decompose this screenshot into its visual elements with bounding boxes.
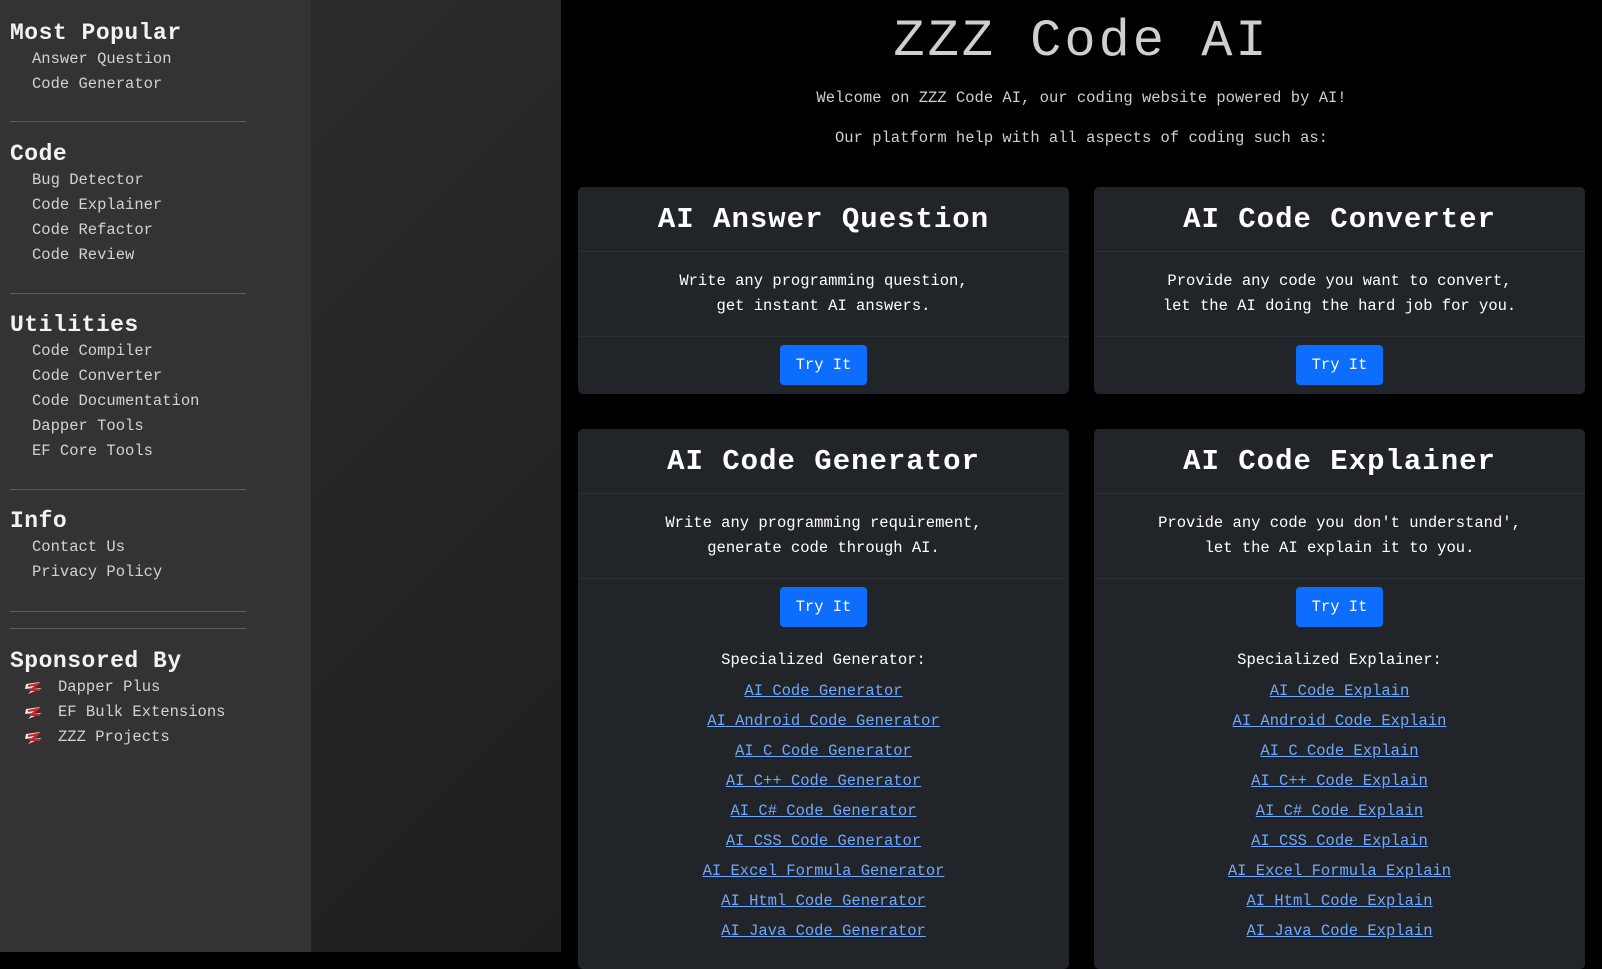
sidebar-heading: Code bbox=[10, 141, 68, 167]
intro-welcome: Welcome on ZZZ Code AI, our coding websi… bbox=[816, 89, 1347, 107]
sidebar-link-code-converter[interactable]: Code Converter bbox=[32, 364, 199, 389]
specialized-link[interactable]: AI CSS Code Explain bbox=[1228, 826, 1451, 856]
card-description: Write any programming question, get inst… bbox=[578, 252, 1069, 337]
card-description: Provide any code you don't understand', … bbox=[1094, 494, 1585, 579]
specialized-link[interactable]: AI C Code Generator bbox=[703, 736, 945, 766]
zzz-logo-icon bbox=[25, 681, 42, 694]
sidebar: Most Popular Answer Question Code Genera… bbox=[0, 0, 311, 952]
try-it-button-code-generator[interactable]: Try It bbox=[780, 587, 867, 627]
card-footer: Try It Specialized Explainer: AI Code Ex… bbox=[1094, 579, 1585, 946]
specialized-heading: Specialized Explainer: bbox=[1237, 651, 1442, 669]
card-answer-question: AI Answer Question Write any programming… bbox=[578, 187, 1069, 394]
card-footer: Try It bbox=[578, 337, 1069, 385]
specialized-heading: Specialized Generator: bbox=[721, 651, 926, 669]
card-title: AI Code Converter bbox=[1094, 187, 1585, 252]
sidebar-section-code: Code Bug Detector Code Explainer Code Re… bbox=[0, 141, 162, 268]
specialized-link-list: AI Code Explain AI Android Code Explain … bbox=[1228, 676, 1451, 946]
card-code-converter: AI Code Converter Provide any code you w… bbox=[1094, 187, 1585, 394]
try-it-button-answer-question[interactable]: Try It bbox=[780, 345, 867, 385]
card-footer: Try It Specialized Generator: AI Code Ge… bbox=[578, 579, 1069, 946]
specialized-link[interactable]: AI C Code Explain bbox=[1228, 736, 1451, 766]
sidebar-section-info: Info Contact Us Privacy Policy bbox=[0, 508, 162, 585]
specialized-link-list: AI Code Generator AI Android Code Genera… bbox=[703, 676, 945, 946]
card-description-line: let the AI doing the hard job for you. bbox=[1162, 297, 1517, 315]
sponsor-label: Dapper Plus bbox=[58, 678, 161, 696]
card-description-line: Provide any code you want to convert, bbox=[1167, 272, 1512, 290]
sidebar-heading: Utilities bbox=[10, 312, 139, 338]
sidebar-link-privacy-policy[interactable]: Privacy Policy bbox=[32, 560, 162, 585]
card-description-line: generate code through AI. bbox=[707, 539, 940, 557]
specialized-link[interactable]: AI Excel Formula Generator bbox=[703, 856, 945, 886]
specialized-link[interactable]: AI Java Code Generator bbox=[703, 916, 945, 946]
sidebar-link-ef-core-tools[interactable]: EF Core Tools bbox=[32, 439, 199, 464]
specialized-link[interactable]: AI Html Code Explain bbox=[1228, 886, 1451, 916]
sponsor-link-ef-bulk-extensions[interactable]: EF Bulk Extensions bbox=[12, 700, 225, 725]
sponsor-link-dapper-plus[interactable]: Dapper Plus bbox=[12, 675, 225, 700]
specialized-link[interactable]: AI Code Generator bbox=[703, 676, 945, 706]
sidebar-link-code-review[interactable]: Code Review bbox=[32, 243, 162, 268]
specialized-link[interactable]: AI Code Explain bbox=[1228, 676, 1451, 706]
intro-platform: Our platform help with all aspects of co… bbox=[835, 129, 1328, 147]
card-description-line: let the AI explain it to you. bbox=[1204, 539, 1475, 557]
card-code-generator: AI Code Generator Write any programming … bbox=[578, 429, 1069, 969]
specialized-link[interactable]: AI Excel Formula Explain bbox=[1228, 856, 1451, 886]
card-description-line: Write any programming question, bbox=[679, 272, 968, 290]
sidebar-section-sponsored: Sponsored By Dapper Plus EF Bulk Extensi… bbox=[0, 648, 225, 750]
try-it-button-code-explainer[interactable]: Try It bbox=[1296, 587, 1383, 627]
sidebar-divider bbox=[10, 489, 246, 490]
sidebar-heading: Most Popular bbox=[10, 20, 182, 46]
sponsor-label: EF Bulk Extensions bbox=[58, 703, 226, 721]
card-title: AI Answer Question bbox=[578, 187, 1069, 252]
specialized-link[interactable]: AI Html Code Generator bbox=[703, 886, 945, 916]
specialized-link[interactable]: AI Android Code Generator bbox=[703, 706, 945, 736]
specialized-link[interactable]: AI C# Code Explain bbox=[1228, 796, 1451, 826]
card-description: Write any programming requirement, gener… bbox=[578, 494, 1069, 579]
sidebar-section-utilities: Utilities Code Compiler Code Converter C… bbox=[0, 312, 199, 464]
sponsor-label: ZZZ Projects bbox=[58, 728, 170, 746]
sidebar-divider bbox=[10, 628, 246, 629]
sidebar-link-code-refactor[interactable]: Code Refactor bbox=[32, 218, 162, 243]
site-title: ZZZ Code AI bbox=[893, 12, 1270, 71]
sidebar-heading: Sponsored By bbox=[10, 648, 182, 674]
card-description-line: Write any programming requirement, bbox=[665, 514, 982, 532]
specialized-link[interactable]: AI C++ Code Generator bbox=[703, 766, 945, 796]
card-description-line: get instant AI answers. bbox=[716, 297, 931, 315]
card-code-explainer: AI Code Explainer Provide any code you d… bbox=[1094, 429, 1585, 969]
sidebar-link-code-explainer[interactable]: Code Explainer bbox=[32, 193, 162, 218]
sidebar-divider bbox=[10, 121, 246, 122]
sidebar-link-answer-question[interactable]: Answer Question bbox=[32, 47, 182, 72]
sidebar-link-code-documentation[interactable]: Code Documentation bbox=[32, 389, 199, 414]
sidebar-section-most-popular: Most Popular Answer Question Code Genera… bbox=[0, 20, 182, 97]
specialized-link[interactable]: AI C++ Code Explain bbox=[1228, 766, 1451, 796]
zzz-logo-icon bbox=[25, 731, 42, 744]
sidebar-heading: Info bbox=[10, 508, 68, 534]
card-description-line: Provide any code you don't understand', bbox=[1158, 514, 1521, 532]
specialized-link[interactable]: AI Java Code Explain bbox=[1228, 916, 1451, 946]
try-it-button-code-converter[interactable]: Try It bbox=[1296, 345, 1383, 385]
sidebar-divider bbox=[10, 611, 246, 612]
card-description: Provide any code you want to convert, le… bbox=[1094, 252, 1585, 337]
sidebar-divider bbox=[10, 293, 246, 294]
card-footer: Try It bbox=[1094, 337, 1585, 385]
card-title: AI Code Explainer bbox=[1094, 429, 1585, 494]
main-content: ZZZ Code AI Welcome on ZZZ Code AI, our … bbox=[561, 0, 1602, 969]
specialized-link[interactable]: AI Android Code Explain bbox=[1228, 706, 1451, 736]
specialized-link[interactable]: AI CSS Code Generator bbox=[703, 826, 945, 856]
sponsor-link-zzz-projects[interactable]: ZZZ Projects bbox=[12, 725, 225, 750]
background-gutter bbox=[311, 0, 561, 952]
sidebar-link-code-generator[interactable]: Code Generator bbox=[32, 72, 182, 97]
sidebar-link-bug-detector[interactable]: Bug Detector bbox=[32, 168, 162, 193]
specialized-link[interactable]: AI C# Code Generator bbox=[703, 796, 945, 826]
card-title: AI Code Generator bbox=[578, 429, 1069, 494]
sidebar-link-contact-us[interactable]: Contact Us bbox=[32, 535, 162, 560]
sidebar-link-dapper-tools[interactable]: Dapper Tools bbox=[32, 414, 199, 439]
sidebar-link-code-compiler[interactable]: Code Compiler bbox=[32, 339, 199, 364]
zzz-logo-icon bbox=[25, 706, 42, 719]
